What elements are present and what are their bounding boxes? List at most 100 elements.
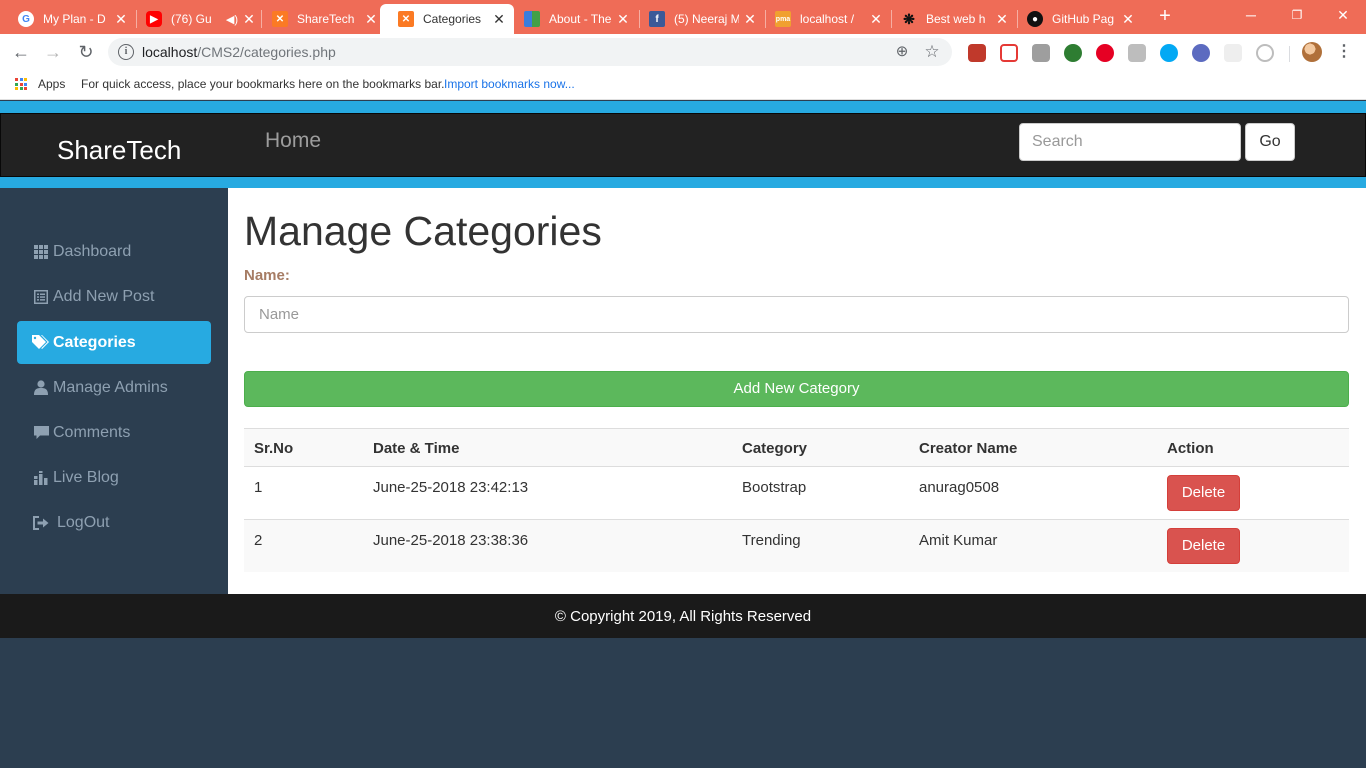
xampp-icon: ✕: [398, 11, 414, 27]
browser-tab[interactable]: ❋ Best web h ✕: [883, 4, 1017, 34]
close-tab-icon[interactable]: ✕: [492, 12, 506, 26]
site-brand[interactable]: ShareTech: [57, 135, 181, 166]
close-tab-icon[interactable]: ✕: [1121, 12, 1135, 26]
screenshot-extension-icon[interactable]: [1032, 44, 1050, 62]
grid-icon: [524, 11, 540, 27]
feather-extension-icon[interactable]: [1192, 44, 1210, 62]
sidebar-item-live-blog[interactable]: Live Blog: [17, 456, 211, 499]
browser-tab[interactable]: ● GitHub Pag ✕: [1009, 4, 1143, 34]
page-title: Manage Categories: [244, 208, 602, 254]
sidebar-item-categories[interactable]: Categories: [17, 321, 211, 364]
phpmyadmin-icon: pma: [775, 11, 791, 27]
zoom-icon[interactable]: ⊕: [892, 42, 912, 62]
chrome-menu-icon[interactable]: ⋮: [1336, 42, 1352, 62]
close-tab-icon[interactable]: ✕: [616, 12, 630, 26]
timer-extension-icon[interactable]: [1256, 44, 1274, 62]
datetime-cell: June-25-2018 23:42:13: [373, 479, 529, 496]
address-bar[interactable]: i localhost/CMS2/categories.php ⊕ ☆: [108, 38, 952, 66]
category-cell: Trending: [742, 532, 801, 549]
site-navbar: ShareTech Home Search Go: [0, 113, 1366, 177]
sidebar-item-label: LogOut: [57, 513, 110, 531]
new-tab-button[interactable]: +: [1155, 6, 1175, 26]
bookmarks-hint: For quick access, place your bookmarks h…: [81, 77, 445, 91]
browser-tab[interactable]: About - The ✕: [506, 4, 638, 34]
list-alt-icon: [32, 289, 50, 305]
search-go-button[interactable]: Go: [1245, 123, 1295, 161]
sidebar-item-label: Add New Post: [53, 287, 155, 305]
youtube-icon: ▶: [146, 11, 162, 27]
column-header: Creator Name: [919, 440, 1018, 457]
page-extension-icon[interactable]: [1224, 44, 1242, 62]
close-tab-icon[interactable]: ✕: [869, 12, 883, 26]
url-text[interactable]: localhost/CMS2/categories.php: [142, 44, 336, 60]
column-header: Sr.No: [254, 440, 294, 457]
browser-tab-active[interactable]: ✕ Categories ✕: [380, 4, 514, 34]
sidebar-item-label: Manage Admins: [53, 378, 168, 396]
category-name-input[interactable]: Name: [244, 296, 1349, 333]
sidebar-item-manage-admins[interactable]: Manage Admins: [17, 366, 211, 409]
accent-band-top: [0, 101, 1366, 113]
creator-cell: Amit Kumar: [919, 532, 998, 549]
delete-button[interactable]: Delete: [1167, 475, 1240, 511]
comment-icon: [32, 425, 50, 441]
delete-button[interactable]: Delete: [1167, 528, 1240, 564]
toolbar-divider: [1289, 46, 1290, 62]
close-tab-icon[interactable]: ✕: [114, 12, 128, 26]
sidebar-item-dashboard[interactable]: Dashboard: [17, 230, 211, 273]
browser-tab[interactable]: G My Plan - D ✕: [0, 4, 136, 34]
site-footer: © Copyright 2019, All Rights Reserved: [0, 594, 1366, 638]
site-info-icon[interactable]: i: [118, 44, 134, 60]
paw-icon: ❋: [903, 10, 915, 27]
cube-extension-icon[interactable]: [1128, 44, 1146, 62]
main-content: Manage Categories Name: Name Add New Cat…: [228, 188, 1366, 594]
browser-tab[interactable]: ✕ ShareTech ✕: [254, 4, 386, 34]
pinterest-extension-icon[interactable]: [1096, 44, 1114, 62]
forward-arrow-icon[interactable]: →: [41, 40, 65, 64]
facebook-icon: f: [649, 11, 665, 27]
github-icon: ●: [1027, 11, 1043, 27]
reload-icon[interactable]: ↻: [74, 40, 98, 64]
speaker-icon[interactable]: ◀): [226, 13, 238, 26]
add-new-category-button[interactable]: Add New Category: [244, 371, 1349, 407]
sidebar-item-logout[interactable]: LogOut: [17, 501, 211, 544]
sr-no-cell: 2: [254, 532, 263, 549]
sidebar-item-label: Dashboard: [53, 242, 132, 260]
train-extension-icon[interactable]: [1000, 44, 1018, 62]
bookmark-star-icon[interactable]: ☆: [922, 42, 942, 62]
equalizer-icon: [32, 470, 50, 486]
pdf-extension-icon[interactable]: [968, 44, 986, 62]
nav-home-link[interactable]: Home: [265, 129, 321, 153]
browser-tab-strip: G My Plan - D ✕ ▶ (76) Gu ◀) ✕ ✕ ShareTe…: [0, 0, 1366, 34]
accent-band-bottom: [0, 177, 1366, 188]
browser-toolbar: ← → ↻ i localhost/CMS2/categories.php ⊕ …: [0, 34, 1366, 70]
sidebar-item-label: Categories: [53, 333, 136, 351]
sidebar-item-add-new-post[interactable]: Add New Post: [17, 275, 211, 318]
minimize-window-icon[interactable]: ─: [1228, 0, 1274, 30]
table-header-row: Sr.No Date & Time Category Creator Name …: [244, 428, 1349, 466]
creator-cell: anurag0508: [919, 479, 1000, 496]
import-bookmarks-link[interactable]: Import bookmarks now...: [444, 77, 575, 91]
tags-icon: [32, 335, 50, 351]
sr-no-cell: 1: [254, 479, 263, 496]
apps-grid-icon[interactable]: [15, 78, 27, 90]
table-row: 2 June-25-2018 23:38:36 Trending Amit Ku…: [244, 519, 1349, 572]
close-window-icon[interactable]: ✕: [1320, 0, 1366, 30]
browser-tab[interactable]: ▶ (76) Gu ◀) ✕: [128, 4, 264, 34]
column-header: Action: [1167, 440, 1214, 457]
close-tab-icon[interactable]: ✕: [364, 12, 378, 26]
profile-avatar[interactable]: [1302, 42, 1322, 62]
browser-tab[interactable]: f (5) Neeraj M ✕: [631, 4, 765, 34]
category-cell: Bootstrap: [742, 479, 807, 496]
apps-link[interactable]: Apps: [38, 77, 65, 91]
sidebar-item-comments[interactable]: Comments: [17, 411, 211, 454]
page-background: [0, 638, 1366, 768]
close-tab-icon[interactable]: ✕: [743, 12, 757, 26]
skype-extension-icon[interactable]: [1160, 44, 1178, 62]
search-input[interactable]: Search: [1019, 123, 1241, 161]
back-arrow-icon[interactable]: ←: [9, 40, 33, 64]
restore-window-icon[interactable]: ❐: [1274, 0, 1320, 30]
close-tab-icon[interactable]: ✕: [995, 12, 1009, 26]
browser-tab[interactable]: pma localhost / ✕: [757, 4, 891, 34]
log-out-icon: [32, 515, 50, 531]
globe-extension-icon[interactable]: [1064, 44, 1082, 62]
